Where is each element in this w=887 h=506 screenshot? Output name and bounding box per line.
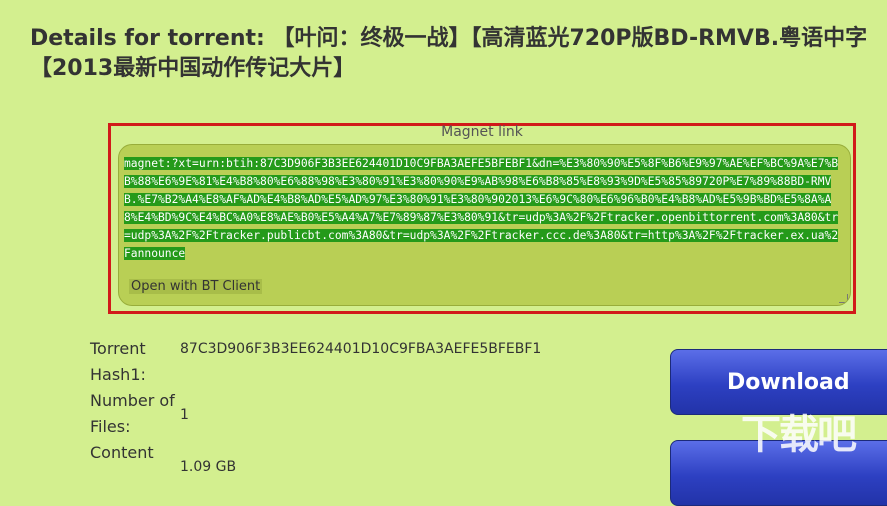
magnet-link-label: Magnet link [441, 124, 523, 140]
page-title-line-2: 【2013最新中国动作传记大片】 [30, 56, 356, 81]
page-title: Details for torrent: 【叶问：终极一战】【高清蓝光720P版… [30, 24, 887, 84]
detail-value: 87C3D906F3B3EE624401D10C9FBA3AEFE5BFEBF1 [180, 341, 542, 357]
detail-row-hash: Torrent Hash1: 87C3D906F3B3EE624401D10C9… [90, 336, 541, 388]
detail-label: Content [90, 443, 154, 462]
detail-label: Torrent Hash1: [90, 339, 146, 384]
magnet-link-selection: magnet:?xt=urn:btih:87C3D906F3B3EE624401… [124, 157, 839, 260]
magnet-link-section: Magnet link magnet:?xt=urn:btih:87C3D906… [108, 123, 856, 314]
magnet-link-text[interactable]: magnet:?xt=urn:btih:87C3D906F3B3EE624401… [124, 155, 844, 263]
resize-grip-icon[interactable] [839, 294, 848, 303]
detail-row-content: Content 1.09 GB [90, 440, 541, 480]
detail-value: 1.09 GB [180, 459, 237, 475]
open-with-bt-client-button[interactable]: Open with BT Client [129, 279, 263, 294]
detail-row-files: Number of Files: 1 [90, 388, 541, 440]
detail-value: 1 [180, 407, 189, 423]
page-title-line-1: Details for torrent: 【叶问：终极一战】【高清蓝光720P版… [30, 26, 868, 51]
detail-label: Number of Files: [90, 391, 175, 436]
torrent-details: Torrent Hash1: 87C3D906F3B3EE624401D10C9… [90, 336, 541, 480]
watermark-logo: 下载吧 [741, 412, 857, 458]
magnet-link-textarea[interactable]: magnet:?xt=urn:btih:87C3D906F3B3EE624401… [118, 144, 851, 306]
